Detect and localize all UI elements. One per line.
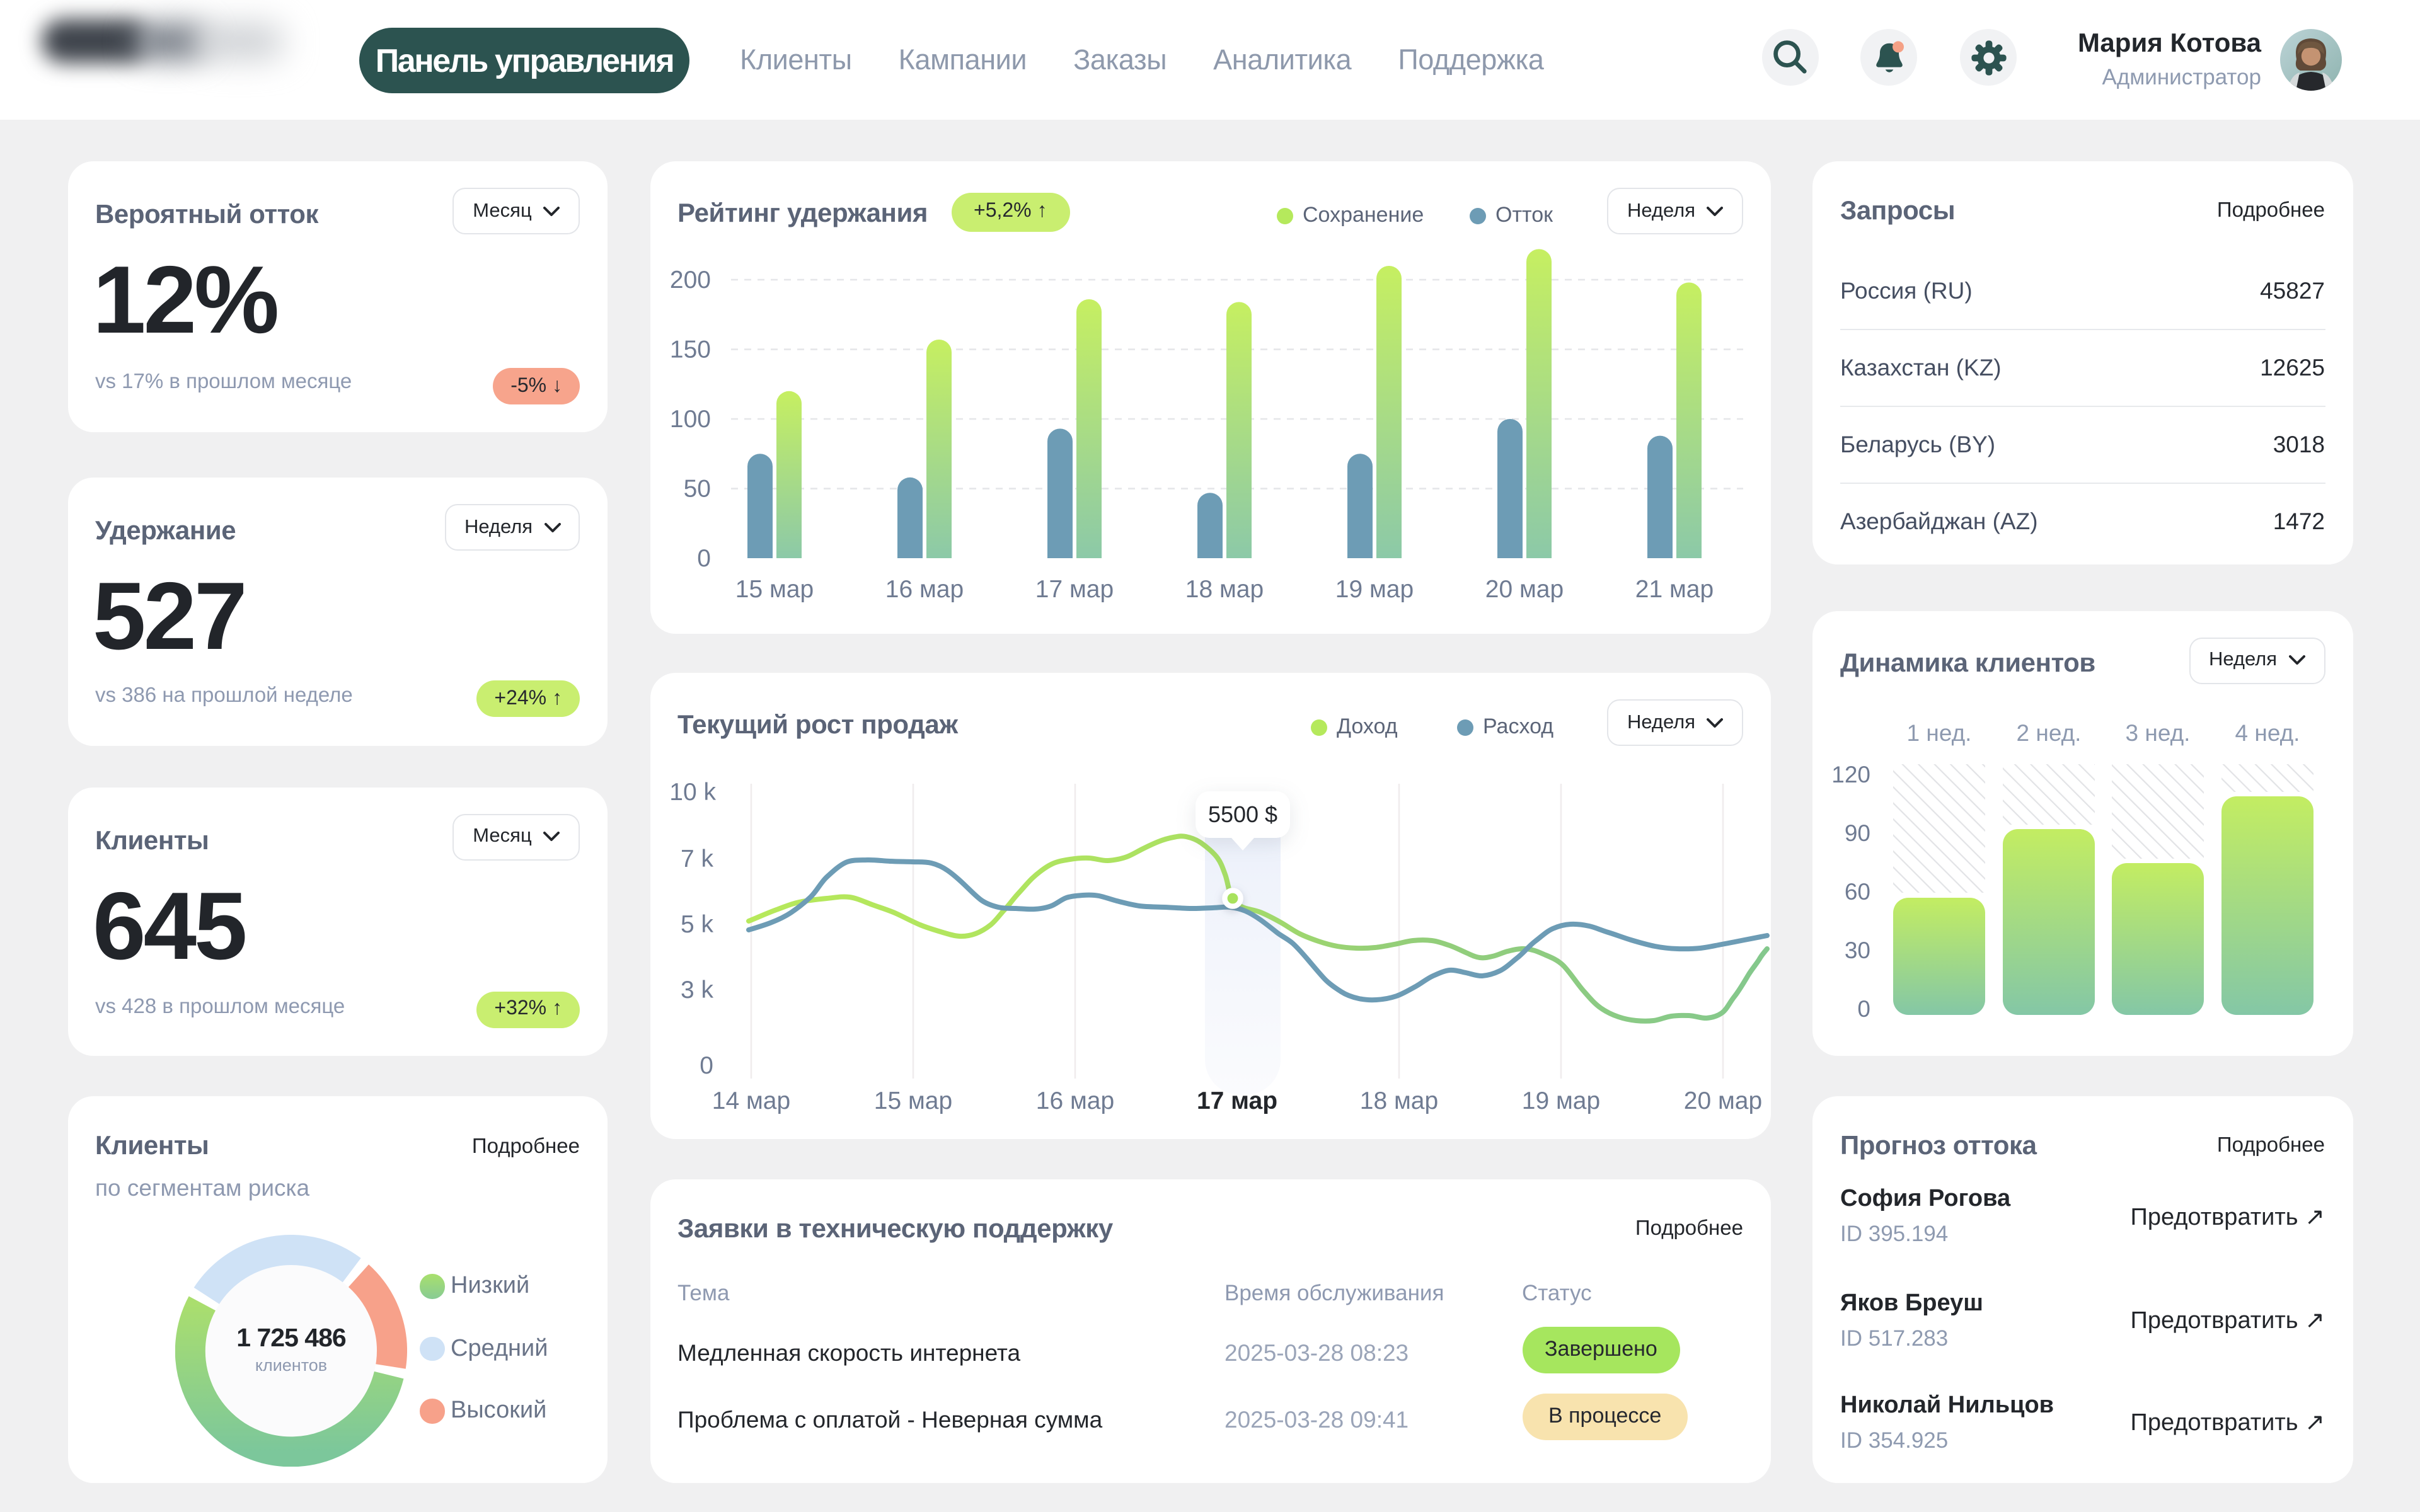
svg-text:19 мар: 19 мар [1521,1087,1599,1114]
svg-text:3 нед.: 3 нед. [2126,719,2191,745]
svg-text:3 k: 3 k [680,976,713,1004]
svg-text:200: 200 [669,266,710,294]
svg-text:18 мар: 18 мар [1185,576,1263,603]
svg-text:клиентов: клиентов [255,1356,326,1375]
svg-text:1 725 486: 1 725 486 [236,1323,345,1352]
svg-text:18 мар: 18 мар [1359,1087,1438,1114]
svg-text:15 мар: 15 мар [873,1087,952,1114]
svg-text:16 мар: 16 мар [1035,1087,1114,1114]
svg-text:60: 60 [1845,878,1870,904]
svg-text:5500 $: 5500 $ [1207,801,1277,827]
svg-text:2 нед.: 2 нед. [2017,719,2082,745]
svg-text:90: 90 [1845,820,1870,845]
svg-text:21 мар: 21 мар [1635,576,1713,603]
svg-text:5 k: 5 k [680,911,713,938]
svg-text:17 мар: 17 мар [1196,1087,1277,1114]
svg-text:0: 0 [1857,995,1870,1021]
svg-text:0: 0 [696,545,710,572]
svg-text:17 мар: 17 мар [1035,576,1113,603]
svg-text:7 k: 7 k [680,845,713,873]
svg-text:50: 50 [683,476,710,503]
svg-text:100: 100 [669,406,710,433]
svg-text:1 нед.: 1 нед. [1907,719,1972,745]
svg-text:0: 0 [699,1052,713,1079]
svg-text:150: 150 [669,336,710,364]
svg-text:20 мар: 20 мар [1485,576,1563,603]
svg-text:15 мар: 15 мар [735,576,813,603]
svg-text:16 мар: 16 мар [885,576,963,603]
svg-text:4 нед.: 4 нед. [2235,719,2300,745]
svg-text:30: 30 [1845,937,1870,963]
svg-text:14 мар: 14 мар [712,1087,790,1114]
svg-text:19 мар: 19 мар [1335,576,1413,603]
svg-text:120: 120 [1831,761,1870,787]
svg-text:20 мар: 20 мар [1683,1087,1761,1114]
svg-text:10 k: 10 k [669,779,715,806]
